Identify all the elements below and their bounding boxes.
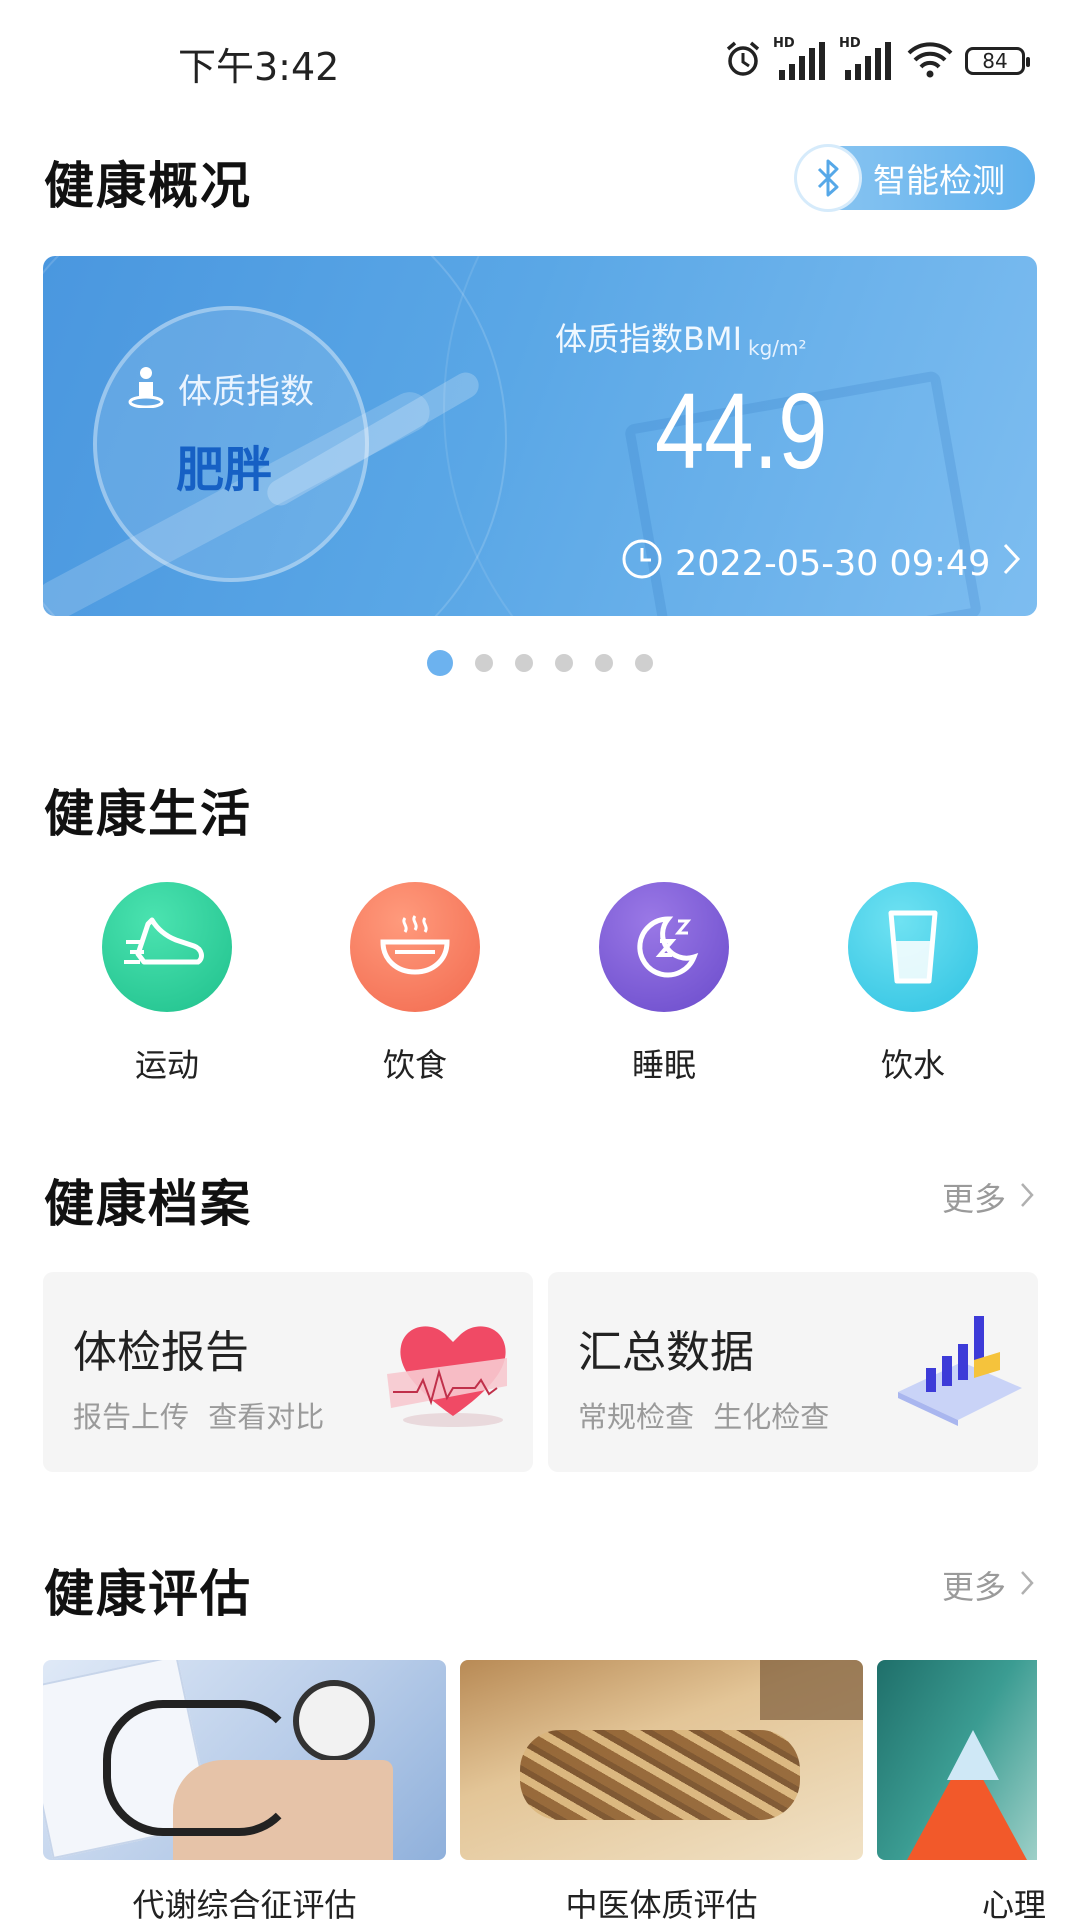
life-item-water[interactable]: 饮水 (813, 882, 1013, 1086)
life-item-label: 运动 (134, 1046, 199, 1084)
water-glass-icon (848, 882, 978, 1012)
clock-icon (621, 538, 663, 589)
page-dot[interactable] (515, 654, 533, 672)
page-dot[interactable] (475, 654, 493, 672)
running-shoe-icon (102, 882, 232, 1012)
page-dot[interactable] (595, 654, 613, 672)
assessment-card-tcm[interactable] (460, 1660, 863, 1860)
moon-sleep-icon (599, 882, 729, 1012)
archive-title: 健康档案 (44, 1175, 252, 1233)
bmi-value: 44.9 (655, 370, 828, 491)
assessment-more-link[interactable]: 更多 (942, 1562, 1034, 1608)
assessment-card-metabolic[interactable] (43, 1660, 446, 1860)
wifi-icon (905, 39, 955, 83)
card-subtitle: 报告上传 查看对比 (73, 1400, 325, 1434)
chevron-right-icon (1002, 542, 1022, 585)
bmi-unit: kg/m² (748, 336, 807, 360)
assessment-card-psych[interactable] (877, 1660, 1037, 1860)
alarm-icon (723, 39, 763, 83)
assessment-title: 健康评估 (44, 1565, 252, 1623)
signal-icon-2: HD (839, 36, 895, 82)
battery-indicator: 84 (965, 47, 1030, 75)
archive-more-link[interactable]: 更多 (942, 1174, 1034, 1220)
overview-title: 健康概况 (44, 157, 252, 215)
life-item-label: 饮水 (880, 1046, 945, 1084)
life-title: 健康生活 (44, 785, 252, 843)
life-item-label: 饮食 (382, 1046, 447, 1084)
blood-pressure-gauge (293, 1680, 375, 1762)
assessment-label: 代谢综合征评估 (132, 1886, 357, 1924)
more-label: 更多 (941, 1568, 1006, 1606)
heart-ecg-icon (383, 1312, 523, 1436)
life-item-sleep[interactable]: 睡眠 (564, 882, 764, 1086)
assessment-label: 中医体质评估 (565, 1886, 758, 1924)
bowl-icon (350, 882, 480, 1012)
archive-card-report[interactable]: 体检报告 报告上传 查看对比 (43, 1272, 533, 1472)
assessment-label: 心理 (982, 1886, 1047, 1924)
life-item-exercise[interactable]: 运动 (67, 882, 267, 1086)
bar-chart-3d-icon (888, 1306, 1028, 1440)
card-subtitle: 常规检查 生化检查 (578, 1400, 830, 1434)
status-icons: HD HD 84 (723, 36, 1030, 83)
card-title: 体检报告 (73, 1327, 249, 1378)
page-dot[interactable] (555, 654, 573, 672)
timestamp-text: 2022-05-30 09:49 (675, 543, 991, 584)
bluetooth-icon (797, 147, 859, 209)
smart-detect-label: 智能检测 (873, 161, 1005, 200)
chevron-right-icon (1020, 1566, 1034, 1604)
page-dot[interactable] (427, 650, 453, 676)
life-item-diet[interactable]: 饮食 (315, 882, 515, 1086)
life-item-label: 睡眠 (631, 1046, 696, 1084)
bmi-title: 体质指数BMI (555, 320, 743, 358)
bmi-status: 肥胖 (176, 442, 273, 498)
chevron-right-icon (1020, 1178, 1034, 1216)
card-title: 汇总数据 (578, 1327, 754, 1378)
banner-pagination (0, 650, 1080, 676)
bmi-timestamp[interactable]: 2022-05-30 09:49 (621, 538, 1022, 589)
more-label: 更多 (941, 1180, 1006, 1218)
bmi-banner[interactable]: 体质指数 肥胖 体质指数BMI kg/m² 44.9 2022-05-30 09… (43, 256, 1037, 616)
archive-card-summary[interactable]: 汇总数据 常规检查 生化检查 (548, 1272, 1038, 1472)
signal-icon: HD (773, 36, 829, 82)
bmi-index-label: 体质指数 (178, 372, 314, 412)
smart-detect-button[interactable]: 智能检测 (795, 146, 1035, 210)
page-dot[interactable] (635, 654, 653, 672)
status-time: 下午3:42 (178, 45, 340, 89)
person-icon (128, 366, 164, 412)
